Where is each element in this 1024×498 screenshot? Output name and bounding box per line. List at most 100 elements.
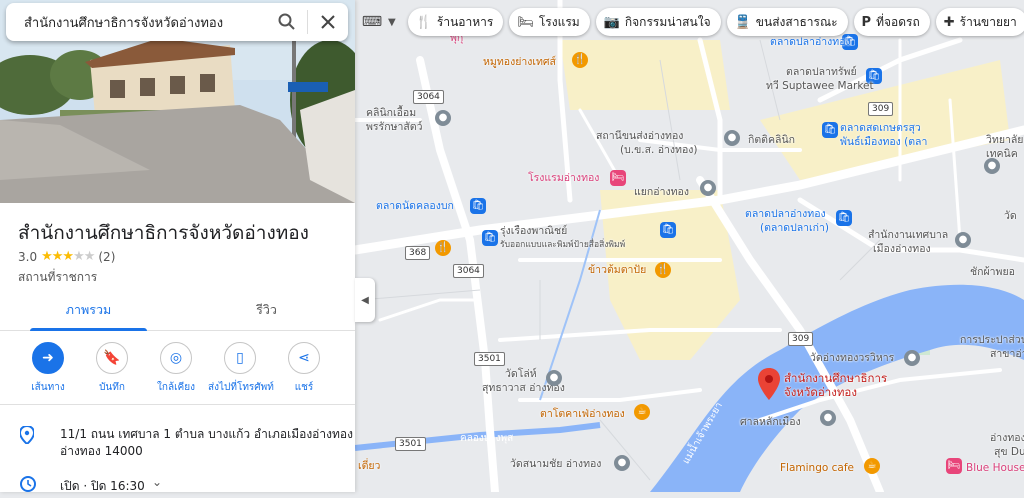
map-label-rice[interactable]: ข้าวต้มตาปัย	[588, 264, 646, 277]
map-label-temple-r[interactable]: วัด	[1004, 210, 1017, 223]
chip-restaurants[interactable]: 🍴 ร้านอาหาร	[407, 8, 504, 36]
store-icon[interactable]: 🛍	[482, 230, 498, 246]
review-count[interactable]: (2)	[98, 250, 115, 264]
map-label-fish-market[interactable]: ตลาดปลาอ่างทอง	[745, 208, 826, 221]
map-label-bus-station[interactable]: สถานีขนส่งอ่างทอง	[596, 130, 683, 143]
chevron-left-icon: ◀	[361, 294, 369, 306]
map-label-print-shop[interactable]: รุ่งเรืองพาณิชย์	[500, 225, 567, 238]
map-label-destination2[interactable]: จังหวัดอ่างทอง	[784, 386, 857, 399]
market-icon[interactable]: 🛍	[822, 122, 838, 138]
rating-row[interactable]: 3.0 ★★★★★ (2)	[18, 249, 115, 264]
action-label: เส้นทาง	[31, 382, 65, 393]
map-label-prapa[interactable]: การประปาส่วน	[960, 334, 1024, 347]
map-label-angthong-r[interactable]: อ่างทอง	[990, 432, 1024, 445]
chip-transit[interactable]: 🚆 ขนส่งสาธารณะ	[726, 8, 848, 36]
government-icon[interactable]: ●	[955, 232, 971, 248]
hours-row[interactable]: เปิด · ปิด 16:30 ⌄	[0, 474, 355, 498]
restaurant-icon[interactable]: 🍴	[572, 52, 588, 68]
chip-label: ร้านขายยา	[959, 14, 1017, 29]
map-label-shrine[interactable]: ศาลหลักเมือง	[740, 416, 801, 429]
map-label-wat-hoi[interactable]: วัดโล่ห์	[505, 368, 537, 381]
map-label-kitti[interactable]: กิตติคลินิก	[748, 134, 795, 147]
location-pin-icon	[18, 424, 36, 448]
map-label-suptawee-th[interactable]: ตลาดปลาทรัพย์	[786, 66, 857, 79]
place-tabs: ภาพรวม รีวิว	[0, 290, 355, 331]
map-label-suptawee-en[interactable]: ทวี Suptawee Market	[766, 80, 874, 93]
chevron-down-icon[interactable]: ⌄	[152, 475, 162, 489]
map-label-college[interactable]: วิทยาลัย	[986, 134, 1023, 147]
landmark-icon[interactable]: ●	[700, 180, 716, 196]
map-label-kluay[interactable]: เตี่ยว	[358, 460, 380, 473]
address-line: อ่างทอง 14000	[60, 444, 143, 458]
chip-pharmacy[interactable]: ✚ ร้านขายยา	[935, 8, 1024, 36]
market-icon[interactable]: 🛍	[836, 210, 852, 226]
pharmacy-icon: ✚	[943, 14, 955, 30]
place-category[interactable]: สถานที่ราชการ	[18, 268, 97, 287]
map-label-municipal[interactable]: สำนักงานเทศบาล	[868, 229, 948, 242]
map-label-wat-angthong[interactable]: วัดอ่างทองวรวิหาร	[810, 352, 894, 365]
map-label-prapa2[interactable]: สาขาอ่า	[990, 348, 1024, 361]
chip-attractions[interactable]: 📷 กิจกรรมน่าสนใจ	[595, 8, 721, 36]
vet-clinic-icon[interactable]: ●	[435, 110, 451, 126]
keyboard-icon[interactable]: ⌨	[358, 8, 386, 36]
cafe-icon[interactable]: ☕	[634, 404, 650, 420]
search-box[interactable]: สำนักงานศึกษาธิการจังหวัดอ่างทอง	[6, 3, 348, 41]
school-icon[interactable]: ●	[984, 158, 1000, 174]
bus-station-icon[interactable]: ●	[724, 130, 740, 146]
directions-button[interactable]: ➜ เส้นทาง	[16, 342, 80, 395]
map-label-clinic2[interactable]: พรรักษาสัตว์	[366, 121, 423, 134]
temple-icon[interactable]: ●	[614, 455, 630, 471]
hotel-icon[interactable]: 🛏	[946, 458, 962, 474]
map-label-chak[interactable]: ชักผ้าพยอ	[970, 266, 1015, 279]
map-label-coffee[interactable]: ตาโตคาเฟ่อ่างทอง	[540, 408, 625, 421]
map-label-suk[interactable]: สุข Duk	[994, 446, 1024, 459]
send-to-phone-button[interactable]: ▯ ส่งไปที่โทรศัพท์	[208, 342, 274, 395]
search-input[interactable]: สำนักงานศึกษาธิการจังหวัดอ่างทอง	[6, 12, 267, 33]
restaurant-icon[interactable]: 🍴	[655, 262, 671, 278]
collapse-panel-button[interactable]: ◀	[355, 278, 375, 322]
temple-icon[interactable]: ●	[546, 370, 562, 386]
map-label-moo-thong[interactable]: หมูทองย่างเทศส์	[483, 56, 556, 69]
chip-hotels[interactable]: 🛏 โรงแรม	[509, 8, 590, 36]
address-row[interactable]: 11/1 ถนน เทศบาล 1 ตำบล บางแก้ว อำเภอเมือ…	[0, 418, 355, 464]
map-label-talad-nad[interactable]: ตลาดนัดคลองบก	[376, 200, 454, 213]
store-icon[interactable]: 🛍	[660, 222, 676, 238]
destination-pin-icon[interactable]	[758, 368, 780, 400]
hotel-icon[interactable]: 🛏	[610, 170, 626, 186]
map-label-print-shop2[interactable]: รับออกแบบและพิมพ์ป้ายสื่อสิ่งพิมพ์	[500, 239, 625, 252]
chip-label: ขนส่งสาธารณะ	[755, 14, 838, 29]
rating-stars: ★★★★★	[41, 249, 95, 264]
map-label-wat-sanam[interactable]: วัดสนามชัย อ่างทอง	[510, 458, 601, 471]
action-label: แชร์	[294, 382, 314, 393]
shrine-icon[interactable]: ●	[820, 410, 836, 426]
map-label-fish-market2[interactable]: (ตลาดปลาเก่า)	[760, 222, 829, 235]
transit-icon: 🚆	[734, 14, 751, 30]
map-label-fresh-market2[interactable]: พันธ์เมืองทอง (ตลา	[840, 136, 927, 149]
map-label-bus-station2[interactable]: (บ.ข.ส. อ่างทอง)	[620, 144, 697, 157]
action-label: ใกล้เคียง	[157, 382, 195, 393]
nearby-icon: ◎	[160, 342, 192, 374]
map-label-fresh-market[interactable]: ตลาดสดเกษตรสุว	[840, 122, 921, 135]
map-label-intersection[interactable]: แยกอ่างทอง	[634, 186, 689, 199]
map-label-hotel[interactable]: โรงแรมอ่างทอง	[528, 172, 599, 185]
camera-icon: 📷	[603, 14, 620, 30]
save-button[interactable]: 🔖 บันทึก	[80, 342, 144, 395]
close-icon[interactable]	[308, 3, 348, 41]
map-label-blue-house[interactable]: Blue House	[966, 462, 1024, 475]
restaurant-icon[interactable]: 🍴	[435, 240, 451, 256]
temple-icon[interactable]: ●	[904, 350, 920, 366]
map-label-clinic[interactable]: คลินิกเอื้อม	[366, 107, 416, 120]
nearby-button[interactable]: ◎ ใกล้เคียง	[144, 342, 208, 395]
tab-reviews[interactable]: รีวิว	[178, 290, 355, 330]
tab-overview[interactable]: ภาพรวม	[0, 290, 177, 331]
chevron-down-icon[interactable]: ▼	[388, 17, 396, 28]
market-icon[interactable]: 🛍	[470, 198, 486, 214]
share-button[interactable]: ⋖ แชร์	[272, 342, 336, 395]
map-label-municipal2[interactable]: เมืองอ่างทอง	[873, 243, 931, 256]
search-icon[interactable]	[267, 3, 307, 41]
cafe-icon[interactable]: ☕	[864, 458, 880, 474]
rating-value: 3.0	[18, 249, 38, 264]
chip-parking[interactable]: P ที่จอดรถ	[853, 8, 930, 36]
map-label-destination[interactable]: สำนักงานศึกษาธิการ	[784, 372, 887, 385]
map-label-flamingo[interactable]: Flamingo cafe	[780, 462, 854, 475]
